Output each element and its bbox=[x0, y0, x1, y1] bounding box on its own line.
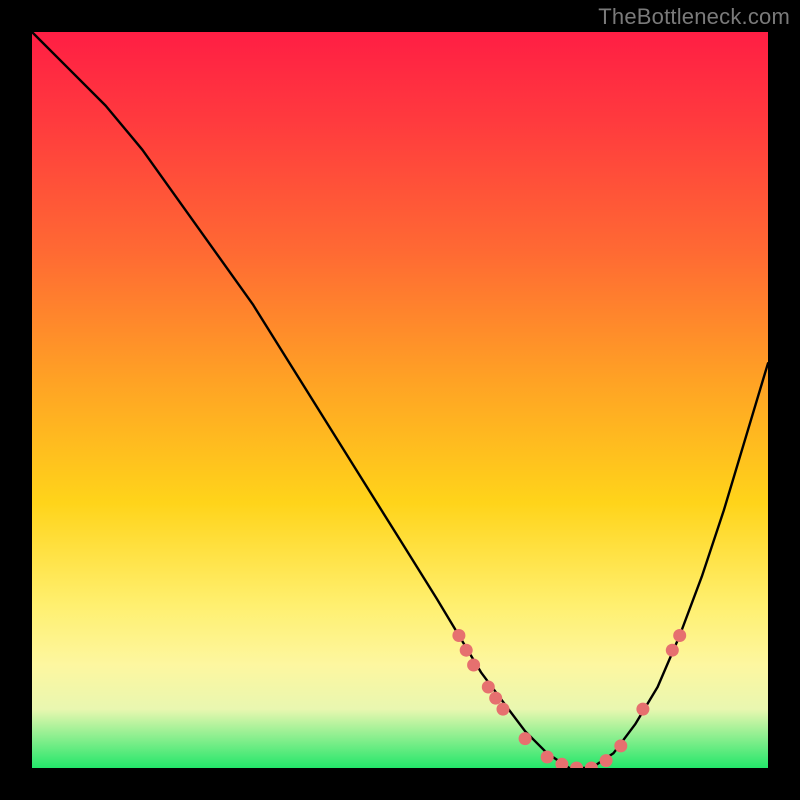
data-marker bbox=[519, 732, 532, 745]
data-marker bbox=[489, 692, 502, 705]
data-marker bbox=[614, 739, 627, 752]
data-marker bbox=[497, 703, 510, 716]
data-marker bbox=[585, 762, 598, 769]
data-marker bbox=[570, 762, 583, 769]
data-marker bbox=[600, 754, 613, 767]
watermark-text: TheBottleneck.com bbox=[598, 4, 790, 30]
chart-frame: TheBottleneck.com bbox=[0, 0, 800, 800]
bottleneck-curve bbox=[32, 32, 768, 768]
data-marker bbox=[541, 751, 554, 764]
curve-svg bbox=[32, 32, 768, 768]
data-marker bbox=[666, 644, 679, 657]
data-marker bbox=[673, 629, 686, 642]
plot-area bbox=[32, 32, 768, 768]
data-marker bbox=[482, 681, 495, 694]
data-marker bbox=[452, 629, 465, 642]
data-marker bbox=[467, 659, 480, 672]
data-marker bbox=[460, 644, 473, 657]
data-marker bbox=[636, 703, 649, 716]
